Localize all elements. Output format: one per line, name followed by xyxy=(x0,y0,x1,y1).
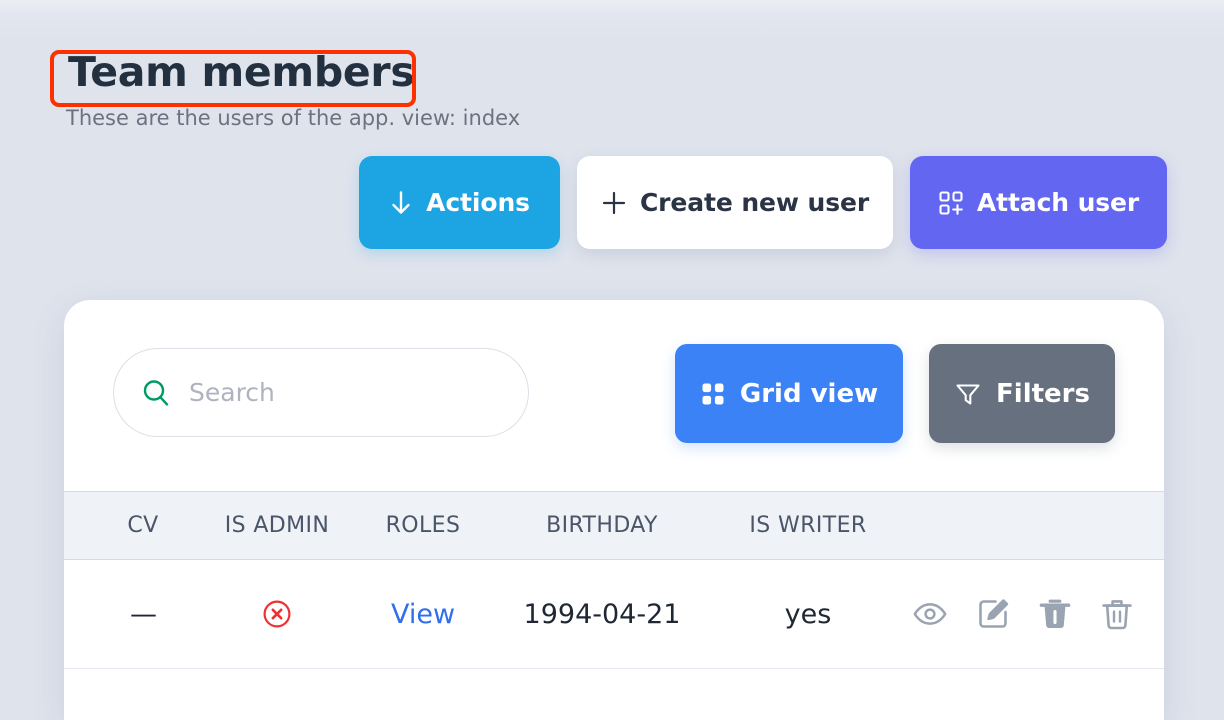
table-row[interactable]: — View 1994-04-21 yes xyxy=(64,560,1164,669)
column-header-birthday[interactable]: BIRTHDAY xyxy=(494,492,710,560)
trash-outline-icon[interactable] xyxy=(1100,597,1134,631)
column-header-actions xyxy=(906,492,1164,560)
table-body: — View 1994-04-21 yes xyxy=(64,560,1164,720)
table-head: CV IS ADMIN ROLES BIRTHDAY IS WRITER xyxy=(64,492,1164,560)
view-icon[interactable] xyxy=(912,596,948,632)
plus-icon xyxy=(601,190,627,216)
column-header-is-admin[interactable]: IS ADMIN xyxy=(202,492,352,560)
column-header-roles[interactable]: ROLES xyxy=(352,492,494,560)
funnel-icon xyxy=(954,380,982,408)
table-toolbar: Grid view Filters xyxy=(64,300,1164,491)
cell-roles xyxy=(352,669,494,720)
table-header-kebab-cell[interactable] xyxy=(64,492,84,560)
cell-cv xyxy=(84,669,202,720)
row-kebab-cell xyxy=(64,669,84,720)
cell-roles: View xyxy=(352,560,494,669)
page-title-wrapper: Team members xyxy=(64,48,418,96)
trash-filled-icon[interactable] xyxy=(1038,597,1072,631)
row-action-group xyxy=(906,596,1164,632)
search-icon xyxy=(140,377,172,409)
grid-view-button-label: Grid view xyxy=(740,379,878,409)
grid-view-button[interactable]: Grid view xyxy=(675,344,903,443)
cell-is-admin xyxy=(202,560,352,669)
edit-icon[interactable] xyxy=(976,597,1010,631)
create-new-user-button[interactable]: Create new user xyxy=(577,156,893,249)
top-action-bar: Actions Create new user Attach user xyxy=(359,156,1167,249)
users-table: CV IS ADMIN ROLES BIRTHDAY IS WRITER — xyxy=(64,491,1164,720)
attach-user-button-label: Attach user xyxy=(977,188,1139,217)
table-card: Grid view Filters xyxy=(64,300,1164,720)
page-background: Team members These are the users of the … xyxy=(0,0,1224,692)
cell-birthday: 1994-04-21 xyxy=(494,560,710,669)
column-header-is-writer[interactable]: IS WRITER xyxy=(710,492,906,560)
filters-button-label: Filters xyxy=(996,379,1090,409)
row-kebab-cell xyxy=(64,560,84,669)
cell-is-writer: yes xyxy=(710,560,906,669)
grid-plus-icon xyxy=(938,190,964,216)
toolbar-right-group: Grid view Filters xyxy=(675,344,1115,443)
circle-x-icon xyxy=(202,599,352,629)
actions-button-label: Actions xyxy=(426,188,530,217)
page-header: Team members These are the users of the … xyxy=(64,48,1164,132)
roles-view-link[interactable]: View xyxy=(391,599,455,630)
filters-button[interactable]: Filters xyxy=(929,344,1115,443)
search-input[interactable] xyxy=(189,378,502,407)
cell-birthday xyxy=(494,669,710,720)
create-new-user-button-label: Create new user xyxy=(640,188,869,217)
search-box[interactable] xyxy=(113,348,529,437)
attach-user-button[interactable]: Attach user xyxy=(910,156,1167,249)
grid-dots-icon xyxy=(700,381,726,407)
arrow-down-icon xyxy=(389,190,413,216)
cell-actions xyxy=(906,560,1164,669)
page-title: Team members xyxy=(64,48,418,96)
actions-button[interactable]: Actions xyxy=(359,156,560,249)
cell-actions xyxy=(906,669,1164,720)
table-row[interactable] xyxy=(64,669,1164,720)
cell-is-writer xyxy=(710,669,906,720)
page-subtitle: These are the users of the app. view: in… xyxy=(66,105,1164,131)
column-header-cv[interactable]: CV xyxy=(84,492,202,560)
cell-cv: — xyxy=(84,560,202,669)
cell-is-admin xyxy=(202,669,352,720)
table-header-row: CV IS ADMIN ROLES BIRTHDAY IS WRITER xyxy=(64,492,1164,560)
